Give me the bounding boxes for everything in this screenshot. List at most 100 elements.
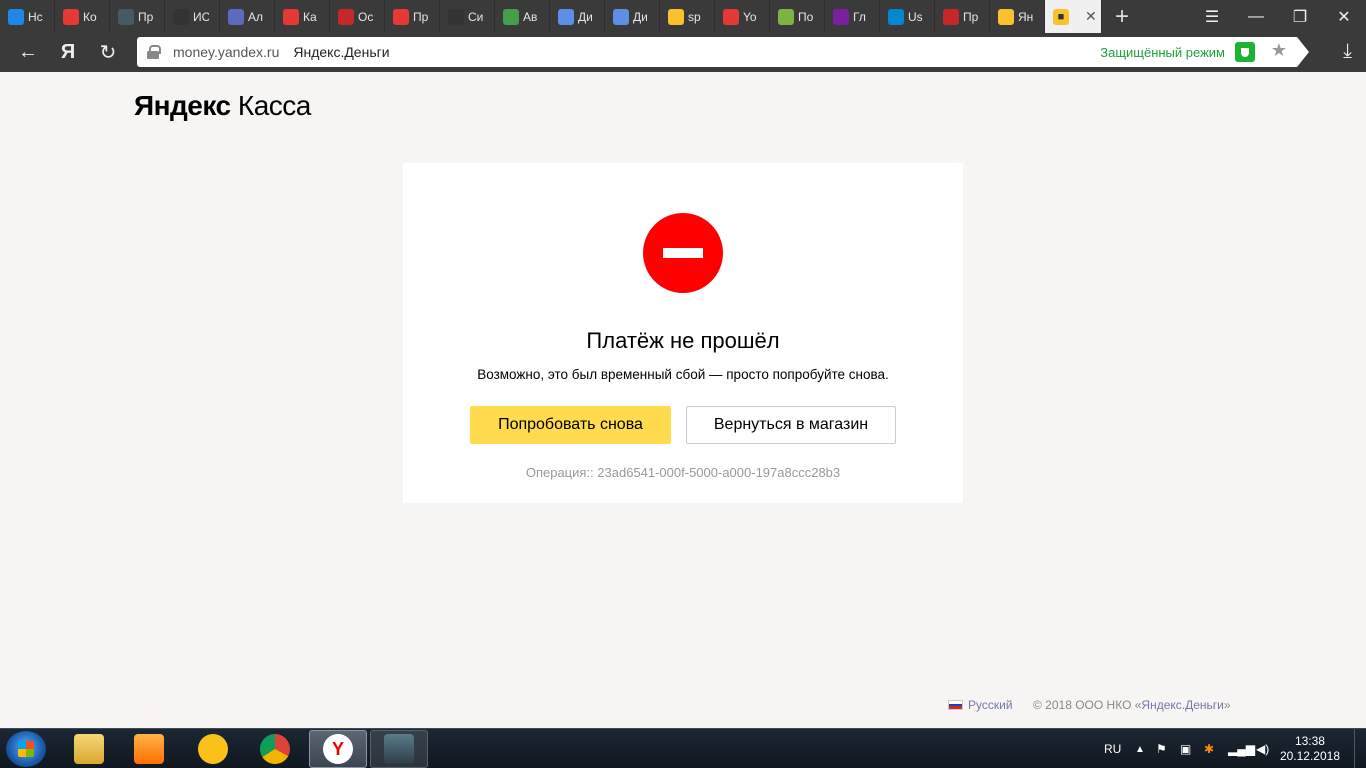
volume-icon[interactable]: ◀)	[1256, 729, 1269, 768]
sun-icon	[668, 8, 684, 25]
keyboard-language[interactable]: RU	[1104, 729, 1121, 768]
yandex-browser-taskbar-button[interactable]: Y	[309, 730, 367, 768]
address-bar[interactable]: money.yandex.ru Яндекс.Деньги Защищённый…	[137, 37, 1309, 67]
power-icon	[943, 8, 959, 25]
tab-label: Yo	[743, 9, 757, 24]
tab-4[interactable]: Ал	[220, 0, 275, 33]
navigation-bar: ← Я ↻ money.yandex.ru Яндекс.Деньги Защи…	[0, 33, 1366, 72]
show-hidden-icons-icon[interactable]: ▲	[1135, 729, 1145, 768]
russia-flag-icon	[948, 700, 963, 710]
retry-button[interactable]: Попробовать снова	[470, 406, 671, 444]
tab-0[interactable]: Нс	[0, 0, 55, 33]
world-of-warships-taskbar-button[interactable]	[370, 730, 428, 768]
monitor-icon	[118, 8, 134, 25]
chrome-taskbar-button[interactable]	[246, 730, 304, 768]
chat-icon	[613, 8, 629, 25]
tab-label: Us	[908, 9, 923, 24]
tab-label: Ос	[358, 9, 374, 24]
chat-icon	[558, 8, 574, 25]
copyright-suffix: »	[1223, 698, 1231, 712]
tab-16[interactable]: Us	[880, 0, 935, 33]
tab-label: Нс	[28, 9, 43, 24]
return-to-shop-button[interactable]: Вернуться в магазин	[686, 406, 896, 444]
yandex-kassa-logo[interactable]: Яндекс Касса	[134, 90, 311, 122]
stop-icon	[643, 213, 723, 293]
restore-icon[interactable]: ❐	[1278, 0, 1322, 33]
book-icon	[173, 8, 189, 25]
close-tab-icon[interactable]: ✕	[1085, 8, 1097, 25]
at-icon	[8, 8, 24, 25]
close-window-icon[interactable]: ✕	[1322, 0, 1366, 33]
tab-15[interactable]: Гл	[825, 0, 880, 33]
tab-label: Ка	[303, 9, 317, 24]
tab-label: Пр	[963, 9, 979, 24]
tab-7[interactable]: Пр	[385, 0, 440, 33]
start-button[interactable]	[6, 731, 46, 767]
operation-id: Операция:: 23ad6541-000f-5000-a000-197a8…	[525, 465, 841, 480]
bookmark-star-icon[interactable]: ★	[1271, 40, 1287, 61]
language-switcher[interactable]: Русский	[948, 698, 1013, 712]
protect-shield-icon[interactable]	[1235, 42, 1255, 62]
wallet-icon: ■	[1053, 8, 1069, 25]
tab-18[interactable]: Ян	[990, 0, 1045, 33]
tab-label: Гл	[853, 9, 866, 24]
tab-12[interactable]: sp	[660, 0, 715, 33]
anchor-icon	[384, 734, 414, 764]
star-outline-icon	[448, 8, 464, 25]
logo-regular-text: Касса	[237, 90, 311, 121]
new-tab-button[interactable]: +	[1102, 0, 1142, 33]
tab-13[interactable]: Yo	[715, 0, 770, 33]
menu-icon[interactable]: ☰	[1190, 0, 1234, 33]
triangle-app-icon	[198, 734, 228, 764]
c-icon	[393, 8, 409, 25]
protect-mode-label[interactable]: Защищённый режим	[1100, 45, 1225, 60]
folder-icon	[74, 734, 104, 764]
yandex-browser-icon: Y	[323, 734, 353, 764]
tab-10[interactable]: Ди	[550, 0, 605, 33]
language-label: Русский	[968, 698, 1013, 712]
tab-11[interactable]: Ди	[605, 0, 660, 33]
tab-label: Пр	[138, 9, 154, 24]
tab-5[interactable]: Ка	[275, 0, 330, 33]
taskbar: Y RU ▲ ⚑ ▣ ✱ ▂▄▆ ◀) 13:38 20.12.2018	[0, 728, 1366, 768]
network-signal-icon[interactable]: ▂▄▆	[1228, 729, 1255, 768]
copyright-link[interactable]: Яндекс.Деньги	[1141, 698, 1223, 712]
media-player-taskbar-button[interactable]	[120, 730, 178, 768]
tab-label: Ав	[523, 9, 538, 24]
tab-label: Си	[468, 9, 484, 24]
explorer-taskbar-button[interactable]	[60, 730, 118, 768]
removable-drive-icon[interactable]: ▣	[1180, 729, 1191, 768]
back-arrow-icon[interactable]: ←	[10, 33, 46, 72]
tab-strip: Нс Ко Пр ИС Ал Ка Ос Пр Си Ав Ди Ди sp Yo По Гл Us Пр Ян ■…	[0, 0, 1366, 33]
tab-9[interactable]: Ав	[495, 0, 550, 33]
tab-label: Пр	[413, 9, 429, 24]
yandex-logo-icon[interactable]: Я	[50, 33, 86, 72]
clock-time: 13:38	[1294, 734, 1325, 748]
payment-error-card: Платёж не прошёл Возможно, это был време…	[403, 163, 963, 503]
aimp-taskbar-button[interactable]	[184, 730, 242, 768]
tab-active-yandex-money[interactable]: ■ ✕	[1045, 0, 1102, 33]
download-icon[interactable]: ⤓	[1343, 40, 1352, 63]
tab-8[interactable]: Си	[440, 0, 495, 33]
tab-6[interactable]: Ос	[330, 0, 385, 33]
reload-icon[interactable]: ↻	[90, 33, 126, 72]
tab-17[interactable]: Пр	[935, 0, 990, 33]
tab-2[interactable]: Пр	[110, 0, 165, 33]
copyright: © 2018 ООО НКО «Яндекс.Деньги»	[1033, 698, 1231, 712]
tab-label: Ди	[578, 9, 593, 24]
check-icon	[503, 8, 519, 25]
error-title: Платёж не прошёл	[586, 328, 780, 353]
tab-1[interactable]: Ко	[55, 0, 110, 33]
minimize-icon[interactable]: —	[1234, 0, 1278, 33]
u-icon	[888, 8, 904, 25]
tab-14[interactable]: По	[770, 0, 825, 33]
drop-icon	[283, 8, 299, 25]
show-desktop-button[interactable]	[1354, 729, 1366, 768]
action-center-icon[interactable]: ⚑	[1156, 729, 1167, 768]
tab-label: Ко	[83, 9, 97, 24]
antivirus-icon[interactable]: ✱	[1204, 729, 1214, 768]
chrome-icon	[260, 734, 290, 764]
system-clock[interactable]: 13:38 20.12.2018	[1280, 734, 1340, 764]
palette-icon	[63, 8, 79, 25]
tab-3[interactable]: ИС	[165, 0, 220, 33]
